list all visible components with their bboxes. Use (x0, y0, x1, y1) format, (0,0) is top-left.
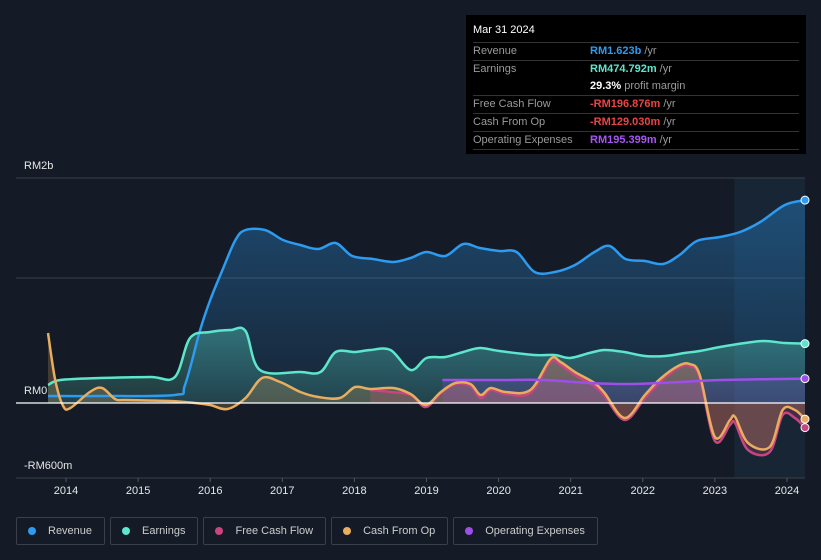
tooltip-unit: /yr (663, 116, 676, 128)
tooltip-unit: /yr (663, 98, 676, 110)
tooltip-label: Operating Expenses (473, 134, 573, 146)
x-tick-label: 2014 (53, 485, 79, 497)
y-tick-label: -RM600m (24, 460, 73, 472)
tooltip-value: RM195.399m (590, 134, 657, 146)
x-tick-label: 2022 (630, 485, 656, 497)
legend-label: Earnings (142, 525, 186, 537)
free-cash-flow-dot-icon (215, 527, 224, 535)
tooltip-value: 29.3% (590, 80, 622, 92)
x-tick-label: 2018 (342, 485, 367, 497)
tooltip-unit: profit margin (624, 80, 686, 92)
legend-label: Revenue (48, 525, 93, 537)
tooltip-row-revenue: Revenue RM1.623b /yr (473, 43, 799, 61)
operating-expenses-dot-icon (465, 527, 474, 535)
x-tick-label: 2021 (558, 485, 583, 497)
tooltip-value: -RM129.030m (590, 116, 661, 128)
legend-item-cash-from-op[interactable]: Cash From Op (331, 517, 449, 545)
revenue-endpoint-marker (800, 195, 810, 205)
tooltip-unit: /yr (644, 45, 657, 57)
tooltip-row-free-cash-flow: Free Cash Flow -RM196.876m /yr (473, 96, 799, 114)
x-tick-label: 2020 (486, 485, 511, 497)
tooltip-row-profit-margin: 29.3% profit margin (473, 78, 799, 96)
earnings-endpoint-marker (800, 339, 810, 349)
tooltip-row-operating-expenses: Operating Expenses RM195.399m /yr (473, 132, 799, 150)
tooltip-date: Mar 31 2024 (473, 15, 799, 43)
operating-expenses-endpoint-marker (800, 374, 810, 384)
legend-item-earnings[interactable]: Earnings (110, 517, 199, 545)
tooltip-label: Earnings (473, 63, 517, 75)
tooltip-label (473, 78, 590, 95)
x-tick-label: 2019 (414, 485, 439, 497)
x-tick-label: 2015 (125, 485, 151, 497)
earnings-dot-icon (122, 527, 131, 535)
tooltip-value: -RM196.876m (590, 98, 661, 110)
x-tick-label: 2024 (774, 485, 800, 497)
cash-from-op-dot-icon (343, 527, 352, 535)
tooltip-label: Revenue (473, 45, 518, 57)
tooltip-label: Free Cash Flow (473, 98, 551, 110)
legend: Revenue Earnings Free Cash Flow Cash Fro… (16, 517, 598, 545)
tooltip-unit: /yr (659, 134, 672, 146)
tooltip-row-cash-from-op: Cash From Op -RM129.030m /yr (473, 114, 799, 132)
legend-label: Cash From Op (363, 525, 436, 537)
free-cash-flow-endpoint-marker (800, 423, 810, 433)
tooltip-label: Cash From Op (473, 116, 546, 128)
x-tick-label: 2023 (702, 485, 728, 497)
y-tick-label: RM2b (24, 160, 54, 172)
y-tick-label: RM0 (24, 385, 48, 397)
legend-label: Operating Expenses (485, 525, 585, 537)
x-tick-label: 2017 (270, 485, 295, 497)
tooltip-panel: Mar 31 2024 Revenue RM1.623b /yr Earning… (466, 15, 806, 154)
tooltip-unit: /yr (659, 63, 672, 75)
x-tick-label: 2016 (197, 485, 223, 497)
tooltip-value: RM474.792m (590, 63, 657, 75)
legend-item-operating-expenses[interactable]: Operating Expenses (453, 517, 598, 545)
tooltip-value: RM1.623b (590, 45, 642, 57)
revenue-dot-icon (28, 527, 36, 535)
tooltip-row-earnings: Earnings RM474.792m /yr (473, 61, 799, 78)
legend-label: Free Cash Flow (235, 525, 314, 537)
legend-item-free-cash-flow[interactable]: Free Cash Flow (203, 517, 327, 545)
cash-from-op-endpoint-marker (800, 414, 810, 424)
legend-item-revenue[interactable]: Revenue (16, 517, 106, 545)
